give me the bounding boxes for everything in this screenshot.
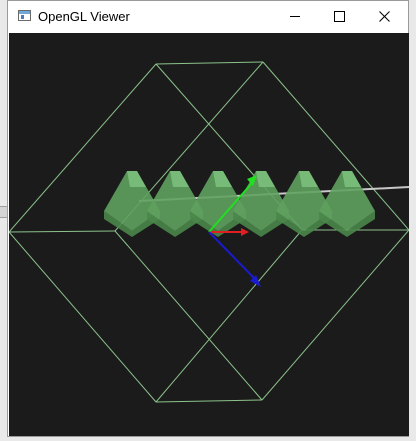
opengl-viewport[interactable]	[8, 33, 410, 436]
close-icon	[379, 11, 390, 22]
opengl-viewer-window: OpenGL Viewer	[7, 0, 410, 437]
x-axis-arrowhead	[241, 228, 249, 236]
wire-edge	[155, 399, 263, 403]
block-row	[104, 171, 375, 237]
wire-edge	[8, 231, 157, 403]
wire-edge	[8, 230, 116, 233]
adjacent-window-edge	[0, 206, 7, 218]
maximize-button[interactable]	[317, 1, 362, 32]
wire-edge	[114, 230, 263, 401]
scene-canvas[interactable]	[8, 33, 410, 436]
window-title: OpenGL Viewer	[38, 9, 130, 24]
minimize-button[interactable]	[272, 1, 317, 32]
adjacent-window-edge-right	[409, 160, 416, 190]
title-bar[interactable]: OpenGL Viewer	[8, 1, 408, 32]
wire-edge	[261, 229, 410, 401]
wire-edge	[155, 61, 264, 65]
minimize-icon	[290, 16, 300, 17]
maximize-icon	[334, 11, 345, 22]
close-button[interactable]	[362, 1, 407, 32]
app-window-icon	[18, 10, 31, 21]
z-axis	[208, 231, 256, 280]
wire-edge	[155, 229, 303, 403]
